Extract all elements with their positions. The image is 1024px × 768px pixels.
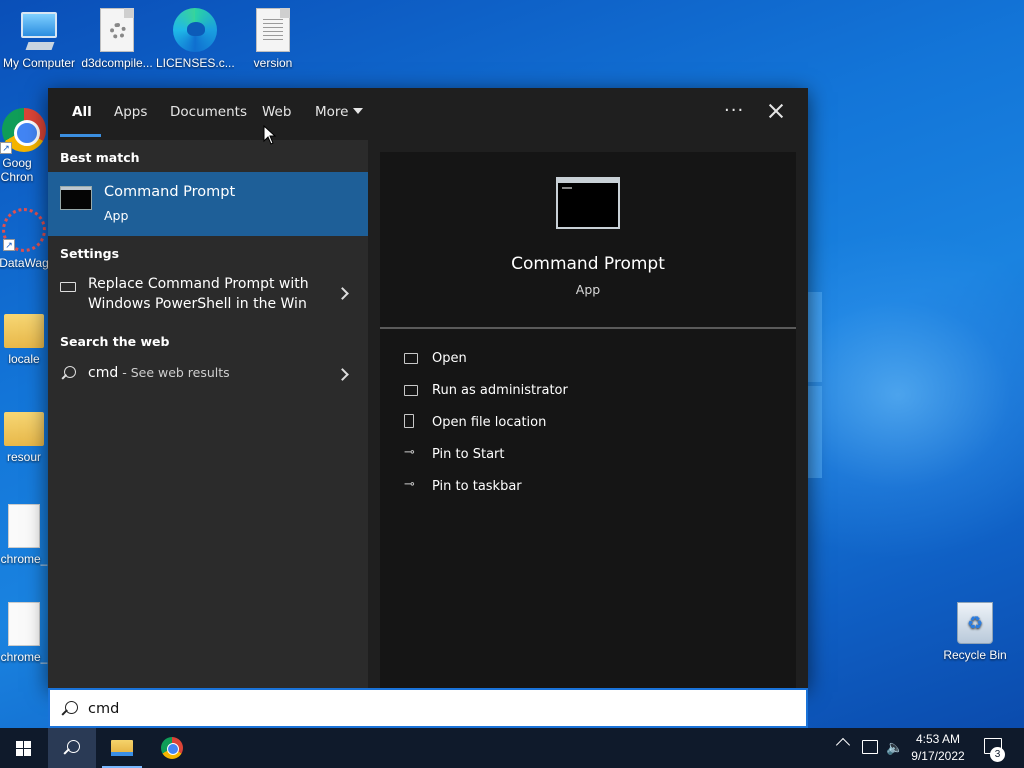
tab-documents[interactable]: Documents: [170, 104, 247, 120]
tab-all[interactable]: All: [72, 104, 92, 120]
search-input[interactable]: [88, 697, 788, 721]
taskbar: 🔈 4:53 AM 9/17/2022: [0, 728, 1024, 768]
windows-logo-pane: [24, 741, 31, 748]
shield-icon: [404, 385, 418, 396]
best-match-title: Command Prompt: [104, 184, 236, 200]
desktop-icon-recycle-bin[interactable]: Recycle Bin: [936, 602, 1014, 662]
search-icon: [62, 366, 76, 380]
chevron-down-icon: [353, 108, 364, 114]
search-icon: [62, 701, 78, 717]
search-tabbar: All Apps Documents Web More ···: [48, 88, 808, 140]
action-open[interactable]: Open: [380, 347, 796, 375]
taskbar-file-explorer[interactable]: [98, 728, 146, 768]
folder-icon: [4, 314, 44, 348]
tab-more[interactable]: More: [315, 104, 364, 120]
desktop-icon-version[interactable]: version: [234, 8, 312, 70]
preview-subtitle: App: [575, 282, 601, 297]
section-best-match: Best match: [60, 150, 140, 165]
desktop-icon-locale[interactable]: locale: [0, 306, 54, 366]
windows-logo-pane: [24, 749, 31, 756]
monitor-icon: [60, 282, 76, 292]
action-open-file-location[interactable]: Open file location: [380, 411, 796, 439]
windows-logo-pane: [16, 749, 23, 756]
section-search-web: Search the web: [60, 334, 170, 349]
command-prompt-large-icon: [556, 177, 620, 229]
preview-divider: [380, 327, 796, 329]
network-icon[interactable]: [862, 740, 878, 754]
settings-result[interactable]: Replace Command Prompt with Windows Powe…: [48, 270, 368, 318]
cursor-arrow-icon: [263, 125, 277, 145]
more-options-button[interactable]: ···: [724, 100, 744, 121]
settings-file-icon: [100, 8, 134, 52]
preview-pane: Command Prompt App Open Run as administr…: [380, 152, 796, 688]
chevron-right-icon: [336, 287, 349, 300]
best-match-subtitle: App: [104, 208, 129, 223]
taskbar-chrome[interactable]: [148, 728, 196, 768]
desktop-icon-my-computer[interactable]: My Computer: [0, 8, 78, 70]
volume-icon[interactable]: 🔈: [886, 739, 903, 768]
start-button[interactable]: [0, 728, 48, 768]
settings-result-text: Replace Command Prompt with Windows Powe…: [88, 276, 309, 312]
show-hidden-icons-chevron-icon[interactable]: [835, 737, 851, 753]
computer-icon: [17, 8, 61, 52]
taskbar-search-button[interactable]: [48, 728, 96, 768]
text-file-icon: [256, 8, 290, 52]
recycle-bin-icon: [957, 602, 993, 644]
desktop-icon-licenses[interactable]: LICENSES.c...: [156, 8, 234, 70]
results-pane: Best match Command Prompt App Settings R…: [48, 140, 368, 688]
file-icon: [8, 602, 40, 646]
web-query: cmd: [88, 365, 119, 381]
action-pin-to-taskbar[interactable]: ⊸ Pin to taskbar: [380, 475, 796, 503]
web-result-text: cmd - See web results: [88, 363, 318, 383]
desktop-icon-resources[interactable]: resour: [0, 404, 54, 464]
file-location-icon: [404, 414, 414, 428]
chrome-icon: [161, 737, 183, 759]
edge-icon: [173, 8, 217, 52]
clock[interactable]: 4:53 AM 9/17/2022: [906, 731, 970, 768]
folder-icon: [4, 412, 44, 446]
open-icon: [404, 353, 418, 364]
chrome-icon: ↗: [0, 108, 46, 154]
desktop-icon-chrome[interactable]: ↗ Goog Chron: [0, 108, 54, 184]
chevron-right-icon: [336, 368, 349, 381]
best-match-result[interactable]: Command Prompt App: [48, 172, 368, 236]
web-result[interactable]: cmd - See web results: [48, 358, 368, 390]
clock-time: 4:53 AM: [915, 732, 961, 746]
active-tab-indicator: [60, 134, 101, 137]
command-prompt-icon: [60, 186, 92, 210]
action-run-as-administrator[interactable]: Run as administrator: [380, 379, 796, 407]
search-icon: [64, 740, 80, 756]
notification-count-badge: 3: [990, 747, 1005, 762]
web-suffix: - See web results: [118, 365, 230, 380]
desktop-icon-datawag[interactable]: ↗ DataWag: [0, 208, 54, 270]
desktop-icon-chrome-file-1[interactable]: chrome_: [0, 504, 54, 566]
desktop-icon-chrome-file-2[interactable]: chrome_: [0, 602, 54, 664]
clock-date: 9/17/2022: [911, 749, 965, 763]
folder-icon: [111, 740, 133, 756]
section-settings: Settings: [60, 246, 120, 261]
preview-title: Command Prompt: [511, 254, 665, 274]
tab-web[interactable]: Web: [262, 104, 291, 120]
datawag-icon: ↗: [2, 208, 46, 252]
tab-apps[interactable]: Apps: [114, 104, 147, 120]
pin-icon: ⊸: [404, 445, 415, 460]
file-icon: [8, 504, 40, 548]
windows-logo-icon: [16, 741, 23, 748]
tab-more-label: More: [315, 104, 349, 120]
desktop-icon-d3dcompiler[interactable]: d3dcompile...: [78, 8, 156, 70]
pin-icon: ⊸: [404, 477, 415, 492]
search-panel: All Apps Documents Web More ··· Best mat…: [48, 88, 808, 688]
search-box[interactable]: [48, 688, 808, 728]
close-icon[interactable]: [765, 100, 787, 122]
action-pin-to-start[interactable]: ⊸ Pin to Start: [380, 443, 796, 471]
